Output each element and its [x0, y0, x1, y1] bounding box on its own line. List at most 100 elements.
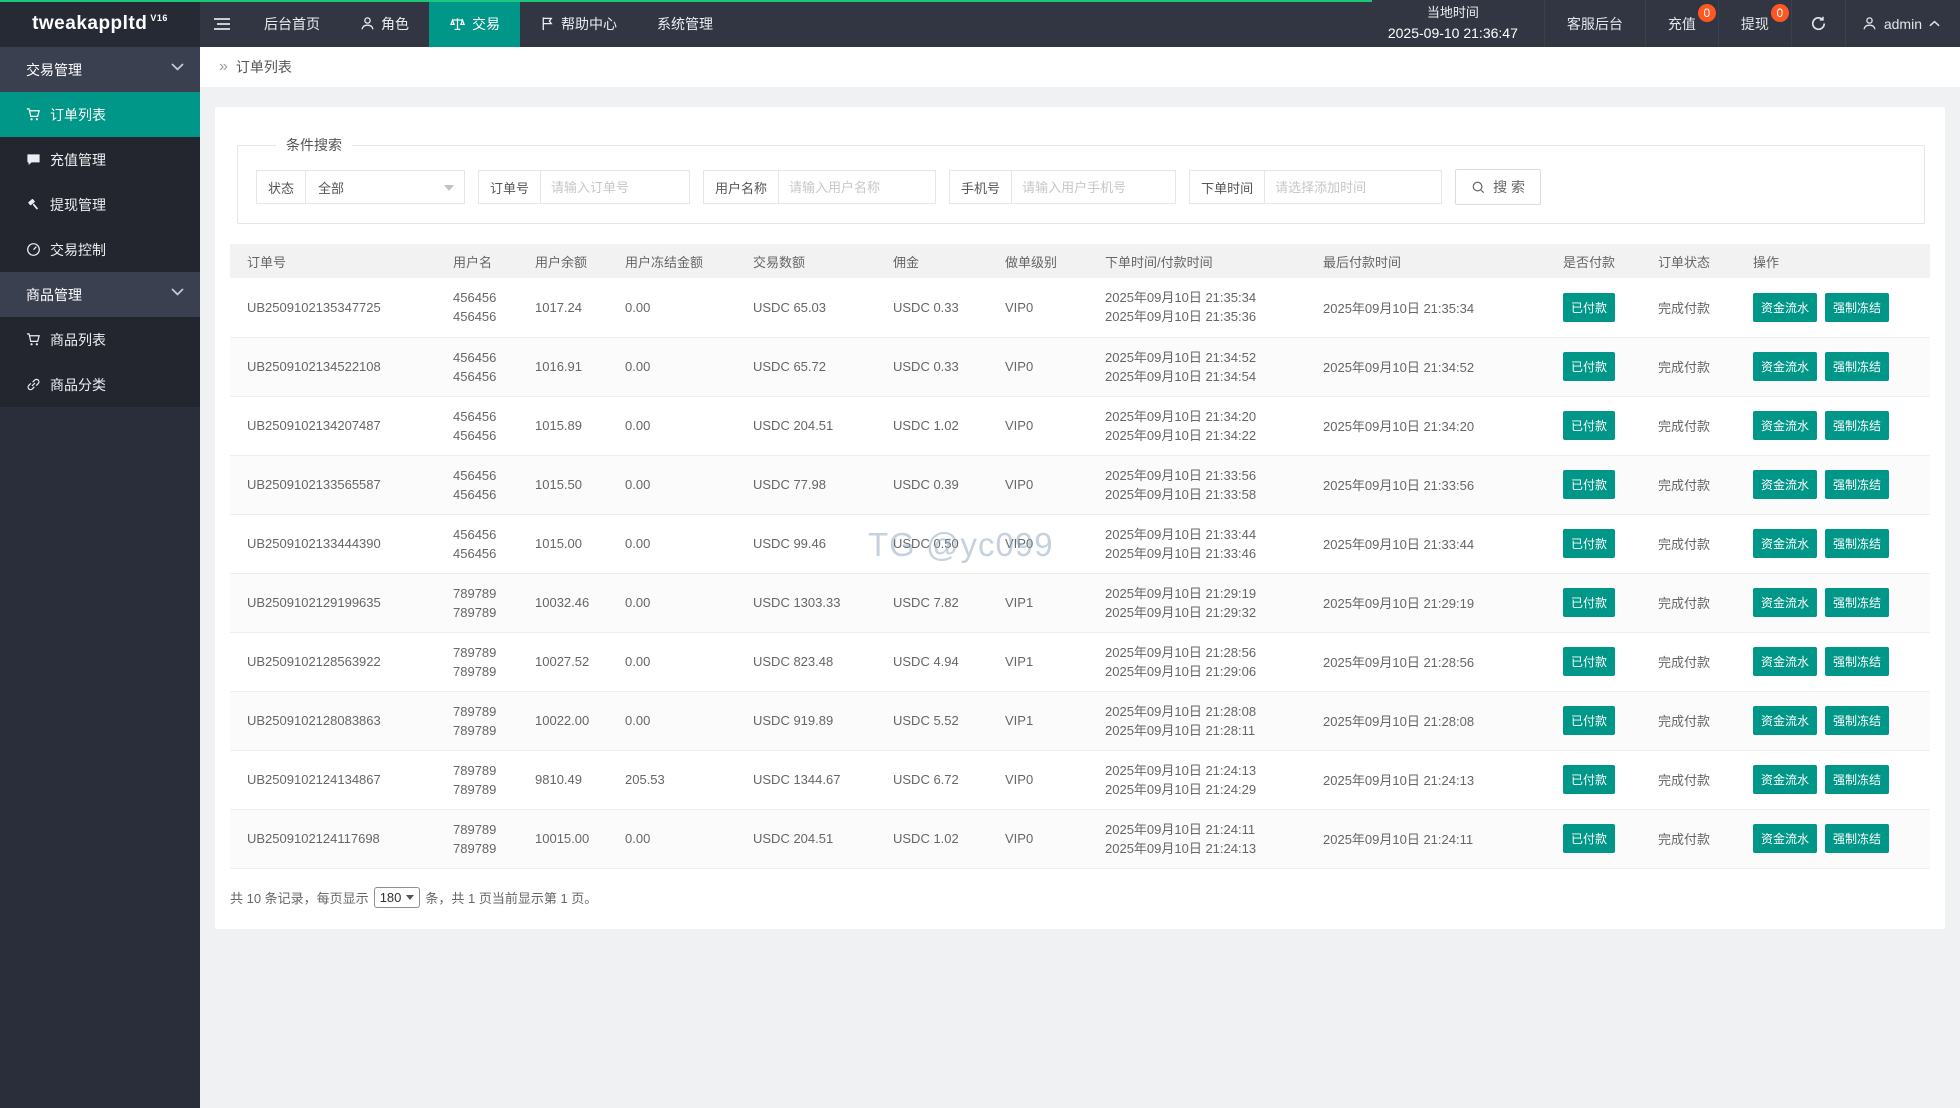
cell-frozen: 0.00 — [608, 632, 736, 691]
cell-order-time: 2025年09月10日 21:28:082025年09月10日 21:28:11 — [1088, 691, 1306, 750]
cell-commission: USDC 1.02 — [876, 809, 988, 868]
cell-order-no: UB2509102128083863 — [230, 691, 436, 750]
cell-balance: 10015.00 — [518, 809, 608, 868]
force-freeze-button[interactable]: 强制冻结 — [1825, 765, 1889, 794]
fund-flow-button[interactable]: 资金流水 — [1753, 765, 1817, 794]
force-freeze-button[interactable]: 强制冻结 — [1825, 411, 1889, 440]
nav-home[interactable]: 后台首页 — [244, 0, 340, 47]
fund-flow-button[interactable]: 资金流水 — [1753, 588, 1817, 617]
menu-item-order-list[interactable]: 订单列表 — [0, 92, 200, 137]
cell-amount: USDC 823.48 — [736, 632, 876, 691]
force-freeze-button[interactable]: 强制冻结 — [1825, 647, 1889, 676]
status-filter[interactable]: 全部 — [305, 170, 465, 204]
local-time-value: 2025-09-10 21:36:47 — [1388, 23, 1518, 44]
force-freeze-button[interactable]: 强制冻结 — [1825, 352, 1889, 381]
recharge-count-badge: 0 — [1698, 4, 1716, 22]
cell-amount: USDC 919.89 — [736, 691, 876, 750]
breadcrumb-arrows-icon: » — [219, 58, 228, 76]
cell-actions: 资金流水强制冻结 — [1736, 278, 1930, 337]
menu-item-trade-control[interactable]: 交易控制 — [0, 227, 200, 272]
cell-level: VIP0 — [988, 514, 1088, 573]
cell-order-no: UB2509102124134867 — [230, 750, 436, 809]
order-list-card: 条件搜索 状态全部订单号用户名称手机号下单时间搜 索 订单号用户名用户余额用户冻… — [215, 107, 1945, 929]
local-time-label: 当地时间 — [1427, 3, 1479, 23]
cell-level: VIP0 — [988, 809, 1088, 868]
cell-balance: 1015.50 — [518, 455, 608, 514]
nav-home-label: 后台首页 — [264, 14, 320, 34]
order-no-filter[interactable] — [540, 170, 690, 204]
nav-help-center[interactable]: 帮助中心 — [520, 0, 637, 47]
search-button[interactable]: 搜 索 — [1455, 169, 1541, 205]
fund-flow-button[interactable]: 资金流水 — [1753, 529, 1817, 558]
menu-group-trade-management[interactable]: 交易管理 — [0, 47, 200, 92]
paid-badge: 已付款 — [1563, 824, 1615, 853]
cell-paid: 已付款 — [1546, 632, 1641, 691]
cell-level: VIP0 — [988, 455, 1088, 514]
username-filter[interactable] — [778, 170, 936, 204]
cell-paid: 已付款 — [1546, 455, 1641, 514]
fund-flow-button[interactable]: 资金流水 — [1753, 824, 1817, 853]
paid-badge: 已付款 — [1563, 293, 1615, 322]
cell-commission: USDC 5.52 — [876, 691, 988, 750]
top-navbar: tweakappltdV16 后台首页角色交易帮助中心系统管理 当地时间 202… — [0, 0, 1960, 47]
nav-roles[interactable]: 角色 — [340, 0, 429, 47]
cell-order-no: UB2509102135347725 — [230, 278, 436, 337]
menu-item-recharge-management[interactable]: 充值管理 — [0, 137, 200, 182]
cell-order-time: 2025年09月10日 21:24:112025年09月10日 21:24:13 — [1088, 809, 1306, 868]
cell-username: 789789789789 — [436, 573, 518, 632]
fund-flow-button[interactable]: 资金流水 — [1753, 293, 1817, 322]
paid-badge: 已付款 — [1563, 647, 1615, 676]
nav-system-label: 系统管理 — [657, 14, 713, 34]
force-freeze-button[interactable]: 强制冻结 — [1825, 824, 1889, 853]
column-header: 下单时间/付款时间 — [1088, 244, 1306, 278]
phone-filter[interactable] — [1011, 170, 1176, 204]
cell-status: 完成付款 — [1641, 809, 1736, 868]
fund-flow-button[interactable]: 资金流水 — [1753, 647, 1817, 676]
cell-actions: 资金流水强制冻结 — [1736, 632, 1930, 691]
cell-actions: 资金流水强制冻结 — [1736, 573, 1930, 632]
service-backend-button[interactable]: 客服后台 — [1544, 0, 1645, 47]
menu-group-product-management[interactable]: 商品管理 — [0, 272, 200, 317]
fund-flow-button[interactable]: 资金流水 — [1753, 470, 1817, 499]
menu-item-withdraw-management[interactable]: 提现管理 — [0, 182, 200, 227]
page-size-select[interactable]: 180 — [374, 887, 421, 908]
cell-balance: 1015.89 — [518, 396, 608, 455]
order-time-filter[interactable] — [1264, 170, 1442, 204]
withdraw-button[interactable]: 提现0 — [1718, 0, 1791, 47]
menu-item-product-category[interactable]: 商品分类 — [0, 362, 200, 407]
force-freeze-button[interactable]: 强制冻结 — [1825, 293, 1889, 322]
cell-balance: 1017.24 — [518, 278, 608, 337]
force-freeze-button[interactable]: 强制冻结 — [1825, 470, 1889, 499]
refresh-button[interactable] — [1791, 0, 1845, 47]
force-freeze-button[interactable]: 强制冻结 — [1825, 529, 1889, 558]
cell-order-time: 2025年09月10日 21:24:132025年09月10日 21:24:29 — [1088, 750, 1306, 809]
column-header: 做单级别 — [988, 244, 1088, 278]
menu-group-product-management-label: 商品管理 — [26, 285, 82, 305]
recharge-button[interactable]: 充值0 — [1645, 0, 1718, 47]
cell-commission: USDC 0.50 — [876, 514, 988, 573]
force-freeze-button[interactable]: 强制冻结 — [1825, 588, 1889, 617]
page-size-value: 180 — [380, 890, 402, 905]
order-time-filter-label: 下单时间 — [1189, 170, 1265, 204]
cell-actions: 资金流水强制冻结 — [1736, 396, 1930, 455]
fund-flow-button[interactable]: 资金流水 — [1753, 706, 1817, 735]
force-freeze-button[interactable]: 强制冻结 — [1825, 706, 1889, 735]
cell-frozen: 0.00 — [608, 455, 736, 514]
fund-flow-button[interactable]: 资金流水 — [1753, 352, 1817, 381]
fund-flow-button[interactable]: 资金流水 — [1753, 411, 1817, 440]
cell-actions: 资金流水强制冻结 — [1736, 455, 1930, 514]
nav-trade[interactable]: 交易 — [429, 0, 520, 47]
nav-system[interactable]: 系统管理 — [637, 0, 733, 47]
cell-order-no: UB2509102133444390 — [230, 514, 436, 573]
pagination-suffix: 条，共 1 页当前显示第 1 页。 — [425, 888, 597, 907]
cell-status: 完成付款 — [1641, 396, 1736, 455]
cell-actions: 资金流水强制冻结 — [1736, 750, 1930, 809]
menu-item-product-list[interactable]: 商品列表 — [0, 317, 200, 362]
paid-badge: 已付款 — [1563, 470, 1615, 499]
cell-balance: 1016.91 — [518, 337, 608, 396]
sidebar-collapse-toggle[interactable] — [200, 0, 244, 47]
user-menu[interactable]: admin — [1845, 0, 1960, 47]
table-row: UB250910212411769878978978978910015.000.… — [230, 809, 1930, 868]
select-caret-icon — [406, 895, 414, 900]
cell-status: 完成付款 — [1641, 691, 1736, 750]
